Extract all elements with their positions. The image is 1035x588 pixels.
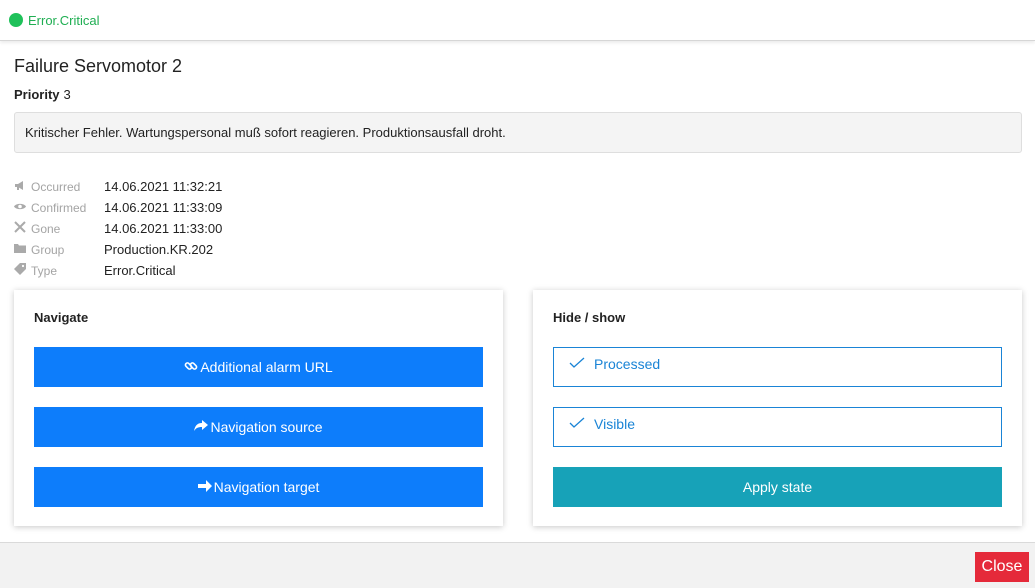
eye-icon (14, 202, 31, 214)
checkmark-icon (569, 416, 585, 432)
detail-value: 14.06.2021 11:33:00 (104, 221, 223, 236)
navigate-panel: Navigate Additional alarm URL Navigation… (14, 290, 503, 526)
detail-label: Group (31, 242, 65, 257)
detail-label: Occurred (31, 179, 81, 194)
alarm-details: Occurred 14.06.2021 11:32:21 Confirmed 1… (14, 176, 222, 281)
detail-label: Confirmed (31, 200, 87, 215)
status-text: Error.Critical (28, 12, 100, 28)
apply-state-button[interactable]: Apply state (553, 467, 1002, 507)
priority-value: 3 (63, 87, 71, 102)
detail-value: 14.06.2021 11:32:21 (104, 179, 223, 194)
alarm-description: Kritischer Fehler. Wartungspersonal muß … (14, 112, 1022, 153)
close-button[interactable]: Close (975, 552, 1029, 582)
alarm-title: Failure Servomotor 2 (14, 56, 183, 76)
hide-show-panel: Hide / show Processed Visible Apply stat… (533, 290, 1022, 526)
detail-row-type: Type Error.Critical (14, 260, 222, 281)
visible-toggle[interactable]: Visible (553, 407, 1002, 447)
button-label: Navigation target (213, 479, 320, 495)
navigate-title: Navigate (34, 310, 89, 325)
share-icon (194, 419, 209, 435)
detail-row-group: Group Production.KR.202 (14, 239, 222, 260)
detail-row-gone: Gone 14.06.2021 11:33:00 (14, 218, 222, 239)
tools-icon (14, 221, 31, 236)
priority-label: Priority (14, 87, 60, 102)
processed-toggle[interactable]: Processed (553, 347, 1002, 387)
detail-value: Error.Critical (104, 263, 176, 278)
detail-value: 14.06.2021 11:33:09 (104, 200, 223, 215)
option-label: Processed (594, 356, 661, 372)
hide-show-title: Hide / show (553, 310, 626, 325)
detail-value: Production.KR.202 (104, 242, 214, 257)
tag-icon (14, 263, 31, 278)
button-label: Navigation source (210, 419, 323, 435)
navigation-source-button[interactable]: Navigation source (34, 407, 483, 447)
detail-label: Gone (31, 221, 61, 236)
status-dot-icon (9, 13, 23, 27)
dialog-footer: Close (0, 542, 1035, 588)
additional-alarm-url-button[interactable]: Additional alarm URL (34, 347, 483, 387)
alarm-header: Error.Critical (0, 0, 1035, 41)
button-label: Additional alarm URL (200, 359, 333, 375)
detail-row-confirmed: Confirmed 14.06.2021 11:33:09 (14, 197, 222, 218)
detail-row-occurred: Occurred 14.06.2021 11:32:21 (14, 176, 222, 197)
priority: Priority 3 (14, 87, 71, 102)
folder-icon (14, 243, 31, 256)
navigation-target-button[interactable]: Navigation target (34, 467, 483, 507)
megaphone-icon (14, 180, 31, 194)
detail-label: Type (31, 263, 58, 278)
checkmark-icon (569, 356, 585, 372)
arrow-right-icon (197, 479, 212, 495)
link-icon (184, 359, 198, 376)
option-label: Visible (594, 416, 635, 432)
